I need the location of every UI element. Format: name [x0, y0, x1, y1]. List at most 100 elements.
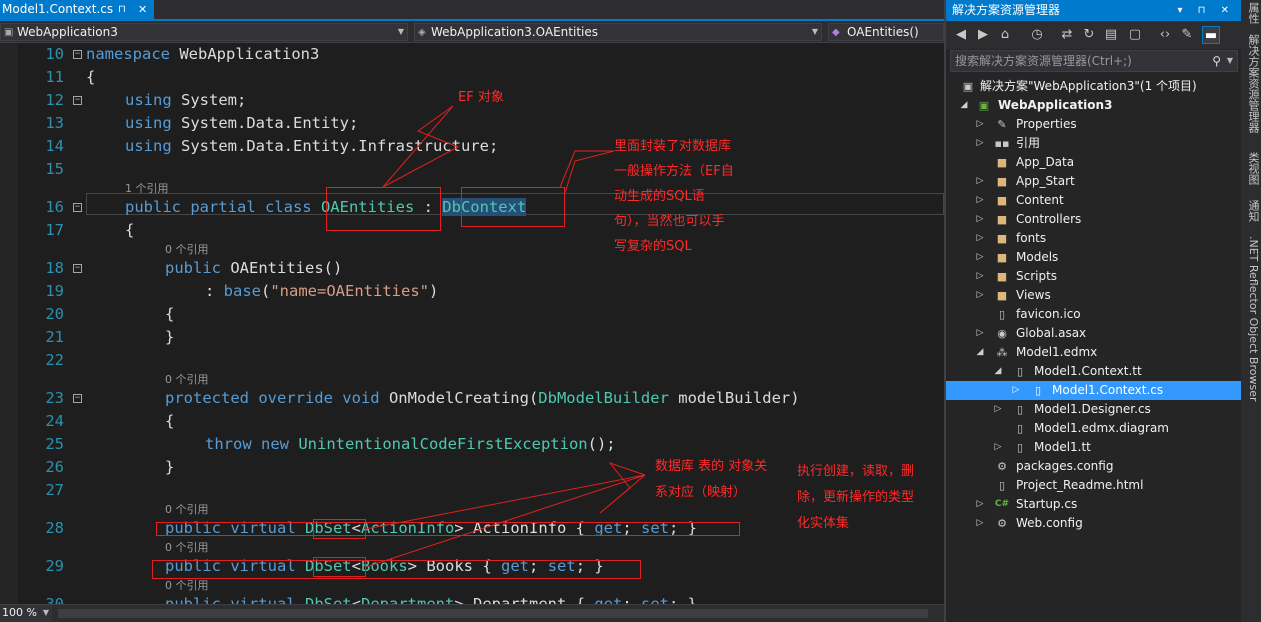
config-icon: ⚙ — [997, 517, 1007, 530]
rail-tab-class-view[interactable]: 类视图 — [1243, 152, 1260, 185]
tree-node-label: favicon.ico — [1016, 307, 1081, 321]
search-icon[interactable]: ⚲ — [1212, 51, 1221, 71]
rail-tab-notifications[interactable]: 通知 — [1243, 200, 1260, 222]
collapsed-arrow-icon[interactable]: ▷ — [974, 248, 986, 267]
solution-explorer-search-input[interactable]: 搜索解决方案资源管理器(Ctrl+;) ⚲ ▼ — [950, 50, 1238, 72]
collapsed-arrow-icon[interactable]: ▷ — [974, 134, 986, 153]
file-icon: ▯ — [1016, 441, 1024, 454]
annotation-dbcontext-line5: 写复杂的SQL — [614, 239, 692, 254]
tree-node-project[interactable]: ◢ ▣ WebApplication3 — [946, 96, 1241, 115]
annotation-crud-line2: 除，更新操作的类型 — [797, 490, 915, 505]
tree-node-fonts[interactable]: ▷ ■ fonts — [946, 229, 1241, 248]
collapsed-arrow-icon[interactable]: ▷ — [974, 267, 986, 286]
collapse-all-icon[interactable]: ▤ — [1102, 26, 1120, 44]
collapsed-arrow-icon[interactable]: ▷ — [992, 438, 1004, 457]
rail-tab-properties[interactable]: 属性 — [1243, 2, 1260, 24]
collapsed-arrow-icon[interactable]: ▷ — [974, 115, 986, 134]
code-view-icon[interactable]: ‹› — [1156, 26, 1174, 44]
zoom-dropdown[interactable]: 100 % ▼ — [0, 605, 52, 622]
show-all-files-icon[interactable]: ▢ — [1126, 26, 1144, 44]
folder-icon: ■ — [996, 213, 1008, 226]
rail-tab-reflector[interactable]: .NET Reflector Object Browser — [1243, 236, 1260, 402]
tree-node-label: Model1.edmx — [1016, 345, 1098, 359]
tree-node-label: Project_Readme.html — [1016, 478, 1144, 492]
collapsed-arrow-icon[interactable]: ▷ — [974, 514, 986, 533]
collapsed-arrow-icon[interactable]: ▷ — [992, 400, 1004, 419]
tree-node-startup-cs[interactable]: ▷ C# Startup.cs — [946, 495, 1241, 514]
history-icon[interactable]: ◷ — [1028, 26, 1046, 44]
solution-explorer-panel: 解决方案资源管理器 ▾ ⊓ ✕ ◀ ▶ ⌂ ◷ ⇄ ↻ ▤ ▢ ‹› ✎ ▬ 搜… — [944, 0, 1241, 622]
tab-model1-context-cs[interactable]: Model1.Context.cs ⊓ ✕ — [0, 0, 154, 19]
folder-icon: ■ — [996, 175, 1008, 188]
tree-node-scripts[interactable]: ▷ ■ Scripts — [946, 267, 1241, 286]
back-icon[interactable]: ◀ — [952, 26, 970, 44]
close-icon[interactable]: ✕ — [138, 0, 147, 19]
tree-node-references[interactable]: ▷ ▪▪ 引用 — [946, 134, 1241, 153]
tree-node-web-config[interactable]: ▷ ⚙ Web.config — [946, 514, 1241, 533]
tree-node-packages-config[interactable]: ⚙ packages.config — [946, 457, 1241, 476]
collapsed-arrow-icon[interactable]: ▷ — [974, 210, 986, 229]
editor-bottom-bar: 100 % ▼ — [0, 604, 944, 622]
annotation-mapping-line2: 系对应（映射） — [655, 485, 747, 500]
sync-icon[interactable]: ⇄ — [1058, 26, 1076, 44]
tree-node-controllers[interactable]: ▷ ■ Controllers — [946, 210, 1241, 229]
class-dropdown[interactable]: ◈ WebApplication3.OAEntities ▼ — [414, 23, 822, 41]
tree-node-label: Models — [1016, 250, 1059, 264]
collapsed-arrow-icon[interactable]: ▷ — [974, 286, 986, 305]
collapsed-arrow-icon[interactable]: ▷ — [1010, 381, 1022, 400]
tree-node-model1-edmx-diagram[interactable]: ▯ Model1.edmx.diagram — [946, 419, 1241, 438]
chevron-down-icon: ▼ — [811, 27, 818, 36]
tree-node-label: Web.config — [1016, 516, 1083, 530]
zoom-value: 100 % — [2, 606, 37, 619]
expanded-arrow-icon[interactable]: ◢ — [992, 362, 1004, 381]
annotation-crud-line1: 执行创建，读取，删 — [797, 464, 915, 479]
folder-icon: ■ — [996, 232, 1008, 245]
panel-window-buttons[interactable]: ▾ ⊓ ✕ — [1177, 0, 1235, 21]
tree-node-label: Scripts — [1016, 269, 1058, 283]
document-tab-bar: Model1.Context.cs ⊓ ✕ — [0, 0, 944, 21]
annotation-dbcontext-line2: 一般操作方法（EF自 — [614, 164, 734, 179]
horizontal-scrollbar[interactable] — [58, 609, 928, 618]
file-icon: ▯ — [1016, 403, 1024, 416]
tree-node-app-data[interactable]: ■ App_Data — [946, 153, 1241, 172]
tree-node-app-start[interactable]: ▷ ■ App_Start — [946, 172, 1241, 191]
expanded-arrow-icon[interactable]: ◢ — [958, 96, 970, 115]
tree-node-content[interactable]: ▷ ■ Content — [946, 191, 1241, 210]
tree-node-models[interactable]: ▷ ■ Models — [946, 248, 1241, 267]
references-icon: ▪▪ — [994, 137, 1010, 150]
rail-tab-solution-explorer[interactable]: 解决方案资源管理器 — [1243, 34, 1260, 133]
file-icon: ▯ — [1034, 384, 1042, 397]
forward-icon[interactable]: ▶ — [974, 26, 992, 44]
collapsed-arrow-icon[interactable]: ▷ — [974, 172, 986, 191]
tree-node-model1-tt[interactable]: ▷ ▯ Model1.tt — [946, 438, 1241, 457]
annotation-crud-line3: 化实体集 — [797, 516, 850, 531]
expanded-arrow-icon[interactable]: ◢ — [974, 343, 986, 362]
tree-node-model1-designer-cs[interactable]: ▷ ▯ Model1.Designer.cs — [946, 400, 1241, 419]
tree-node-views[interactable]: ▷ ■ Views — [946, 286, 1241, 305]
tree-node-model1-context-cs[interactable]: ▷ ▯ Model1.Context.cs — [946, 381, 1241, 400]
method-icon: ◆ — [832, 27, 840, 38]
refresh-icon[interactable]: ↻ — [1080, 26, 1098, 44]
tree-node-favicon[interactable]: ▯ favicon.ico — [946, 305, 1241, 324]
code-editor[interactable]: 10 11 12 13 14 15 16 17 18 19 20 21 22 2… — [0, 43, 944, 604]
home-icon[interactable]: ⌂ — [996, 26, 1014, 44]
collapsed-arrow-icon[interactable]: ▷ — [974, 495, 986, 514]
tree-node-label: Model1.tt — [1034, 440, 1091, 454]
tree-node-model1-context-tt[interactable]: ◢ ▯ Model1.Context.tt — [946, 362, 1241, 381]
tree-node-label: App_Start — [1016, 174, 1075, 188]
project-dropdown[interactable]: ▣ WebApplication3 ▼ — [0, 23, 408, 41]
csharp-project-icon: ▣ — [978, 99, 990, 112]
collapsed-arrow-icon[interactable]: ▷ — [974, 324, 986, 343]
chevron-down-icon[interactable]: ▼ — [1227, 51, 1233, 71]
member-dropdown[interactable]: ◆ OAEntities() — [828, 23, 944, 41]
tree-node-properties[interactable]: ▷ ✎ Properties — [946, 115, 1241, 134]
tree-node-solution[interactable]: ▣ 解决方案"WebApplication3"(1 个项目) — [946, 77, 1241, 96]
tree-node-global-asax[interactable]: ▷ ◉ Global.asax — [946, 324, 1241, 343]
collapsed-arrow-icon[interactable]: ▷ — [974, 229, 986, 248]
preview-toggle-icon[interactable]: ▬ — [1202, 26, 1220, 44]
pin-icon[interactable]: ⊓ — [118, 0, 126, 19]
tree-node-model1-edmx[interactable]: ◢ ⁂ Model1.edmx — [946, 343, 1241, 362]
wrench-icon[interactable]: ✎ — [1178, 26, 1196, 44]
collapsed-arrow-icon[interactable]: ▷ — [974, 191, 986, 210]
tree-node-project-readme[interactable]: ▯ Project_Readme.html — [946, 476, 1241, 495]
